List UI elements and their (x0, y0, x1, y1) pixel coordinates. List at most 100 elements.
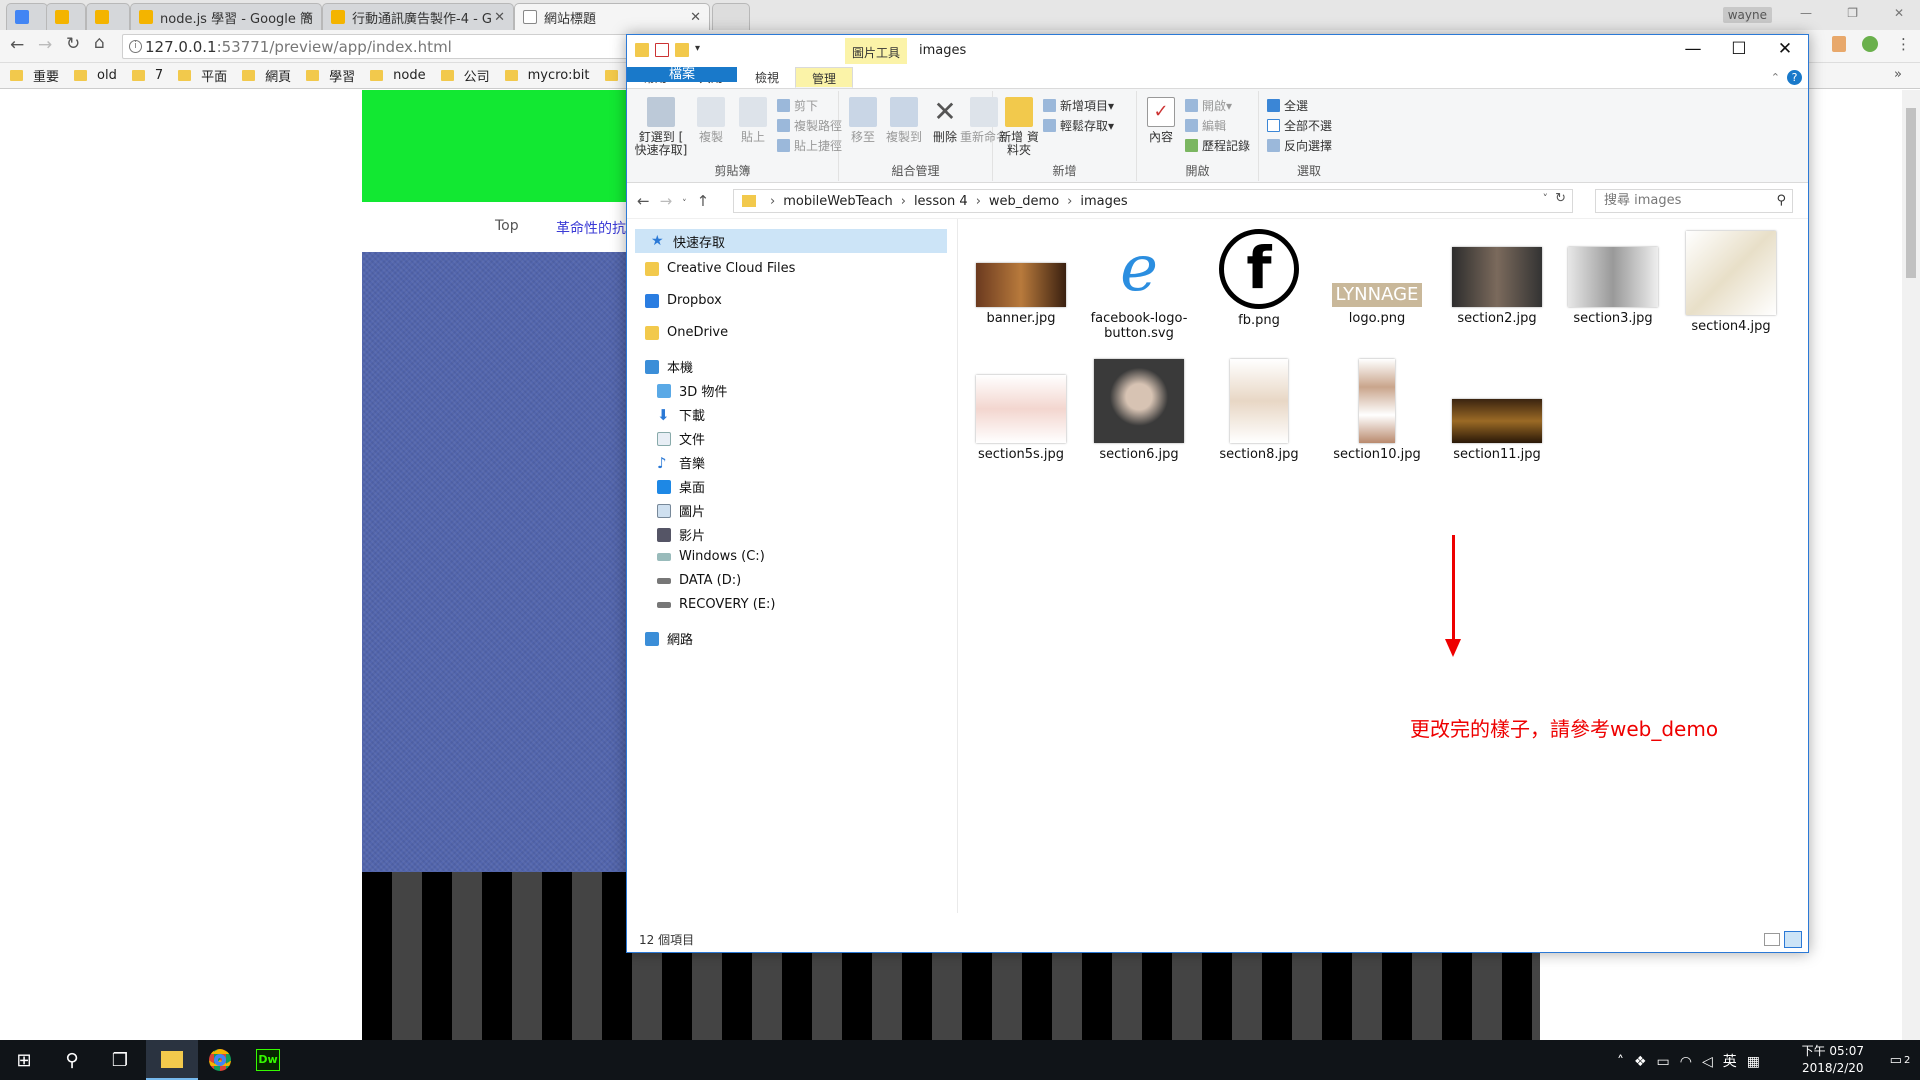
select-all-button[interactable]: 全選 (1267, 97, 1308, 114)
sidebar-item-drive-d[interactable]: DATA (D:) (657, 573, 741, 588)
browser-tab-active[interactable]: 網站標題 ✕ (514, 3, 710, 30)
sidebar-item-documents[interactable]: 文件 (657, 429, 705, 448)
breadcrumb[interactable]: › mobileWebTeach › lesson 4 › web_demo › im… (733, 189, 1573, 213)
sidebar-item-3d-objects[interactable]: 3D 物件 (657, 381, 727, 400)
pin-quick-access-button[interactable]: 釘選到 [ 快速存取] (631, 97, 691, 157)
bookmark-folder[interactable]: old (74, 68, 117, 83)
bookmark-folder[interactable]: mycro:bit (504, 68, 590, 83)
file-item[interactable]: section6.jpg (1084, 359, 1194, 462)
back-icon[interactable]: ← (637, 192, 660, 210)
invert-selection-button[interactable]: 反向選擇 (1267, 137, 1332, 154)
browser-tab[interactable]: 行動通訊廣告製作-4 - G ✕ (322, 3, 514, 30)
nav-link[interactable]: 革命性的抗 (556, 218, 626, 238)
menu-icon[interactable]: ⋮ (1896, 35, 1911, 53)
breadcrumb-item[interactable]: lesson 4 (914, 194, 968, 209)
reload-icon[interactable]: ↻ (66, 34, 80, 54)
sidebar-item-downloads[interactable]: ⬇ 下載 (657, 405, 705, 424)
forward-icon[interactable]: → (660, 192, 683, 210)
new-folder-button[interactable]: 新增 資料夾 (997, 97, 1041, 157)
sidebar-item-network[interactable]: 網路 (645, 629, 693, 648)
dropbox-icon[interactable]: ❖ (1634, 1054, 1657, 1070)
page-scrollbar[interactable] (1902, 90, 1920, 1040)
recent-locations-icon[interactable]: ˅ (682, 199, 697, 209)
file-item[interactable]: section5s.jpg (966, 375, 1076, 462)
paste-shortcut-button[interactable]: 貼上捷徑 (777, 137, 842, 154)
details-view-icon[interactable] (1764, 933, 1780, 946)
chevron-up-icon[interactable]: ˄ (1617, 1054, 1634, 1070)
file-item[interactable]: section11.jpg (1442, 399, 1552, 462)
tab-manage[interactable]: 管理 (795, 67, 854, 88)
select-none-button[interactable]: 全部不選 (1267, 117, 1332, 134)
copy-path-button[interactable]: 複製路徑 (777, 117, 842, 134)
breadcrumb-item[interactable]: mobileWebTeach (783, 194, 893, 209)
profile-name[interactable]: wayne (1722, 7, 1772, 23)
folder-icon[interactable] (635, 43, 649, 57)
taskbar-chrome[interactable] (196, 1040, 244, 1080)
copy-button[interactable]: 複製 (689, 97, 733, 144)
properties-button[interactable]: ✓ 內容 (1139, 97, 1183, 144)
sidebar-item-drive-e[interactable]: RECOVERY (E:) (657, 597, 775, 612)
clock[interactable]: 下午 05:07 2018/2/20 (1802, 1043, 1864, 1077)
sidebar-item-music[interactable]: ♪ 音樂 (657, 453, 705, 472)
bookmark-folder[interactable]: 學習 (306, 66, 355, 85)
history-button[interactable]: 歷程記錄 (1185, 137, 1250, 154)
forward-icon[interactable]: → (38, 35, 52, 55)
sidebar-item-quick-access[interactable]: ★ 快速存取 (635, 229, 947, 253)
file-item[interactable]: LYNNAGE logo.png (1322, 283, 1432, 326)
copy-to-button[interactable]: 複製到 (879, 97, 929, 144)
taskbar-file-explorer[interactable] (146, 1040, 198, 1080)
sidebar-item-videos[interactable]: 影片 (657, 525, 705, 544)
maximize-icon[interactable]: ☐ (1716, 39, 1762, 59)
cut-button[interactable]: 剪下 (777, 97, 818, 114)
browser-tab[interactable] (6, 3, 48, 30)
close-icon[interactable]: ✕ (1894, 6, 1904, 20)
minimize-icon[interactable]: — (1670, 39, 1716, 59)
collapse-ribbon-icon[interactable]: ⌃ (1771, 71, 1780, 84)
search-button[interactable]: ⚲ (48, 1040, 96, 1080)
file-item[interactable]: banner.jpg (966, 263, 1076, 326)
new-tab-button[interactable] (712, 3, 750, 30)
start-button[interactable]: ⊞ (0, 1040, 48, 1080)
properties-icon[interactable] (655, 43, 669, 57)
scrollbar-thumb[interactable] (1906, 108, 1916, 278)
close-icon[interactable]: ✕ (302, 10, 313, 25)
paste-button[interactable]: 貼上 (731, 97, 775, 144)
restore-icon[interactable]: ❐ (1847, 6, 1858, 20)
file-item[interactable]: section3.jpg (1558, 247, 1668, 326)
home-icon[interactable]: ⌂ (94, 33, 105, 53)
breadcrumb-item[interactable]: web_demo (989, 194, 1059, 209)
nav-link-top[interactable]: Top (495, 218, 519, 234)
bookmark-folder[interactable]: 平面 (178, 66, 227, 85)
sidebar-item-creative-cloud[interactable]: Creative Cloud Files (645, 261, 795, 276)
back-icon[interactable]: ← (10, 35, 24, 55)
easy-access-button[interactable]: 輕鬆存取 ▾ (1043, 117, 1114, 134)
close-icon[interactable]: ✕ (494, 10, 505, 25)
file-item[interactable]: section2.jpg (1442, 247, 1552, 326)
search-input[interactable]: 搜尋 images ⚲ (1595, 189, 1793, 213)
more-bookmarks-icon[interactable]: » (1894, 67, 1902, 82)
ime-indicator[interactable]: 英 (1723, 1054, 1747, 1070)
close-icon[interactable]: ✕ (1762, 39, 1808, 59)
action-center-button[interactable]: ▭ 2 (1880, 1040, 1920, 1080)
taskbar-dreamweaver[interactable]: Dw (244, 1040, 292, 1080)
breadcrumb-item[interactable]: images (1080, 194, 1127, 209)
sidebar-item-desktop[interactable]: 桌面 (657, 477, 705, 496)
edit-button[interactable]: 編輯 (1185, 117, 1226, 134)
sidebar-item-pictures[interactable]: 圖片 (657, 501, 705, 520)
file-item[interactable]: section8.jpg (1204, 359, 1314, 462)
volume-icon[interactable]: ◁ (1702, 1054, 1723, 1070)
tab-view[interactable]: 檢視 (739, 67, 795, 88)
sidebar-item-onedrive[interactable]: OneDrive (645, 325, 728, 340)
browser-tab[interactable] (86, 3, 130, 30)
new-item-button[interactable]: 新增項目 ▾ (1043, 97, 1114, 114)
minimize-icon[interactable]: — (1800, 6, 1812, 20)
tab-file[interactable]: 檔案 (627, 67, 737, 82)
file-item[interactable]: section10.jpg (1322, 359, 1432, 462)
chevron-down-icon[interactable]: ˅ (1543, 192, 1549, 205)
open-button[interactable]: 開啟 ▾ (1185, 97, 1232, 114)
file-item[interactable]: e facebook-logo-button.svg (1084, 231, 1194, 341)
bookmark-folder[interactable]: 重要 (10, 66, 59, 85)
bookmark-folder[interactable]: 7 (131, 68, 163, 83)
extension-icon[interactable] (1862, 36, 1878, 52)
bookmark-folder[interactable]: 網頁 (242, 66, 291, 85)
